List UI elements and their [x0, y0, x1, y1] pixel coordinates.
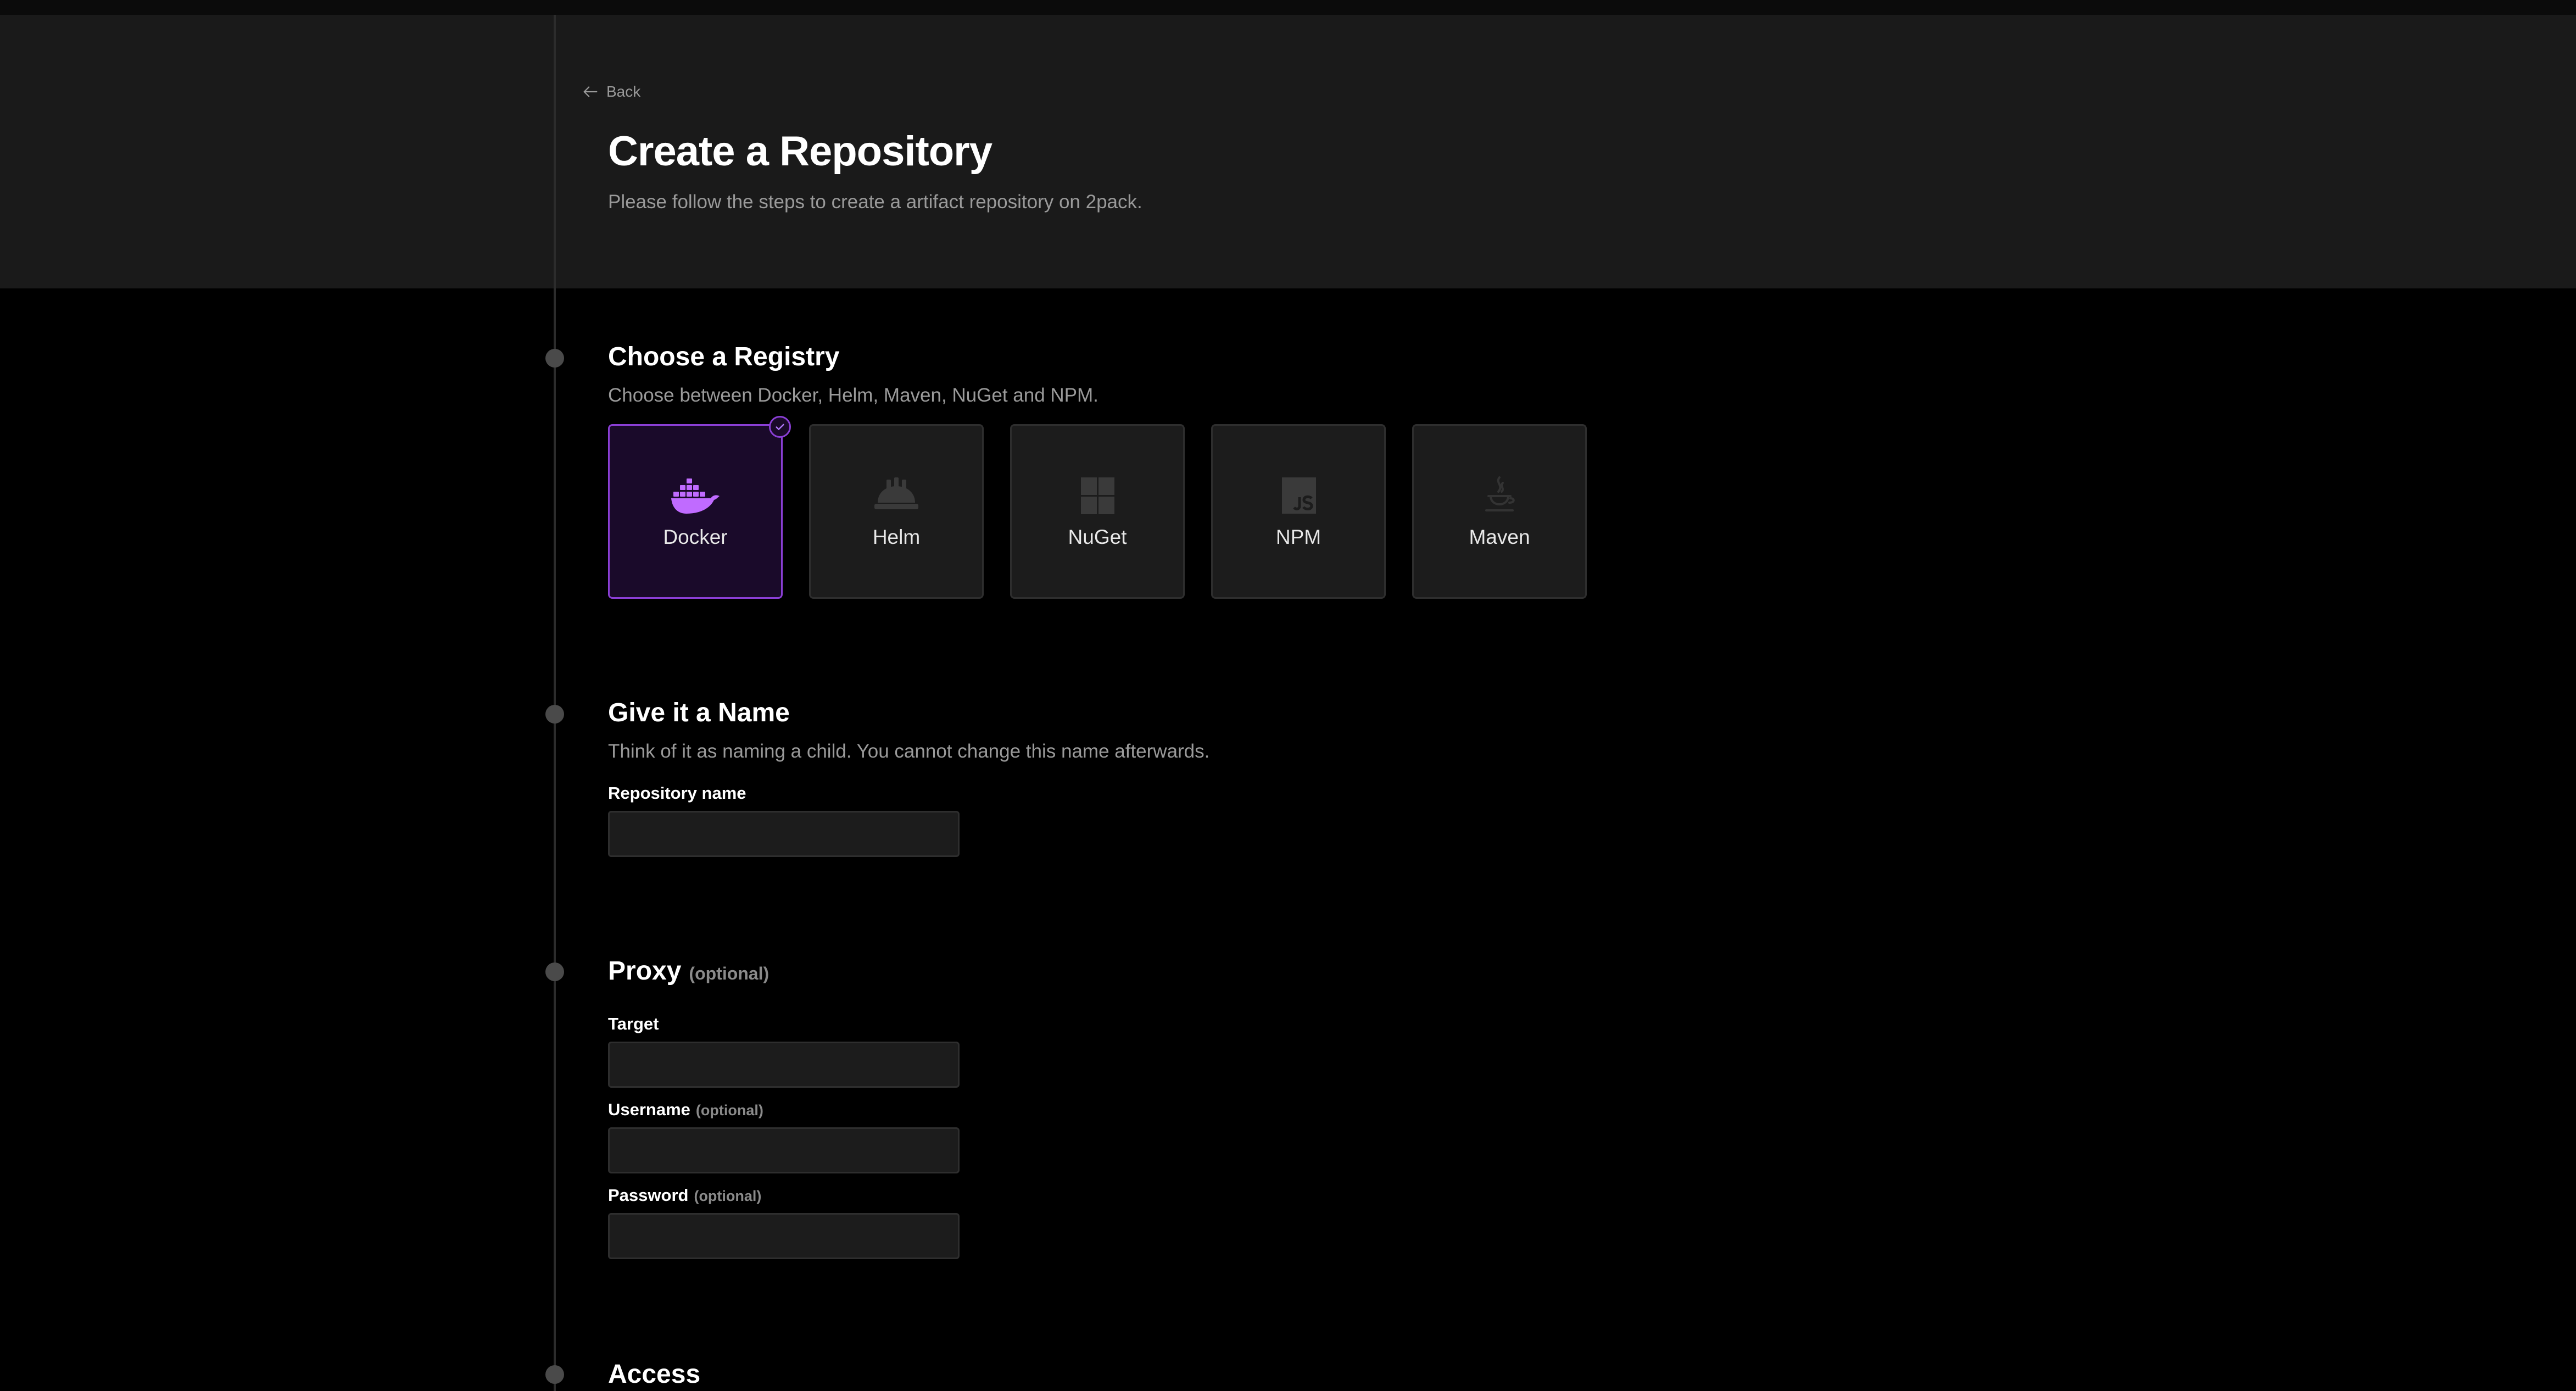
registry-option-maven[interactable]: Maven: [1412, 424, 1587, 599]
step-dot-access: [545, 1365, 564, 1384]
checkmark-icon: [769, 416, 791, 438]
optional-tag: (optional): [689, 964, 770, 983]
registry-option-label: NPM: [1275, 526, 1322, 548]
helm-icon: [871, 474, 922, 518]
registry-options: Docker Helm NuGet NPM Maven: [608, 416, 1587, 599]
npm-icon: [1273, 474, 1324, 518]
arrow-left-icon: [583, 86, 598, 97]
steps-timeline: [554, 15, 556, 1391]
registry-option-label: Helm: [872, 526, 921, 548]
section-desc-name: Think of it as naming a child. You canno…: [608, 741, 1210, 762]
repository-name-label: Repository name: [608, 783, 746, 803]
page-title: Create a Repository: [608, 128, 993, 175]
docker-icon: [670, 474, 721, 518]
registry-option-label: Maven: [1469, 526, 1530, 548]
step-dot-proxy: [545, 962, 564, 981]
page-header: [0, 15, 2576, 288]
step-dot-name: [545, 705, 564, 724]
username-label: Username (optional): [608, 1100, 763, 1119]
back-link[interactable]: Back: [581, 82, 640, 101]
registry-option-helm[interactable]: Helm: [809, 424, 984, 599]
optional-tag: (optional): [694, 1188, 762, 1204]
password-input[interactable]: [608, 1213, 960, 1259]
window-top-bar: [0, 0, 2576, 15]
repository-name-input[interactable]: [608, 811, 960, 857]
section-title-access: Access: [608, 1360, 701, 1389]
maven-icon: [1474, 474, 1525, 518]
section-title-name: Give it a Name: [608, 698, 790, 727]
registry-option-label: Docker: [663, 526, 728, 548]
registry-option-nuget[interactable]: NuGet: [1010, 424, 1185, 599]
target-label: Target: [608, 1014, 659, 1033]
section-title-proxy: Proxy (optional): [608, 956, 770, 986]
section-desc-registry: Choose between Docker, Helm, Maven, NuGe…: [608, 385, 1099, 406]
password-label: Password (optional): [608, 1186, 762, 1205]
target-input[interactable]: [608, 1042, 960, 1088]
registry-option-npm[interactable]: NPM: [1211, 424, 1386, 599]
registry-option-docker[interactable]: Docker: [608, 416, 791, 599]
nuget-icon: [1072, 474, 1123, 518]
step-dot-registry: [545, 349, 564, 368]
username-input[interactable]: [608, 1127, 960, 1173]
section-title-registry: Choose a Registry: [608, 342, 840, 371]
back-label: Back: [606, 83, 641, 100]
page-subtitle: Please follow the steps to create a arti…: [608, 191, 1142, 213]
registry-option-label: NuGet: [1068, 526, 1127, 548]
optional-tag: (optional): [695, 1102, 763, 1119]
